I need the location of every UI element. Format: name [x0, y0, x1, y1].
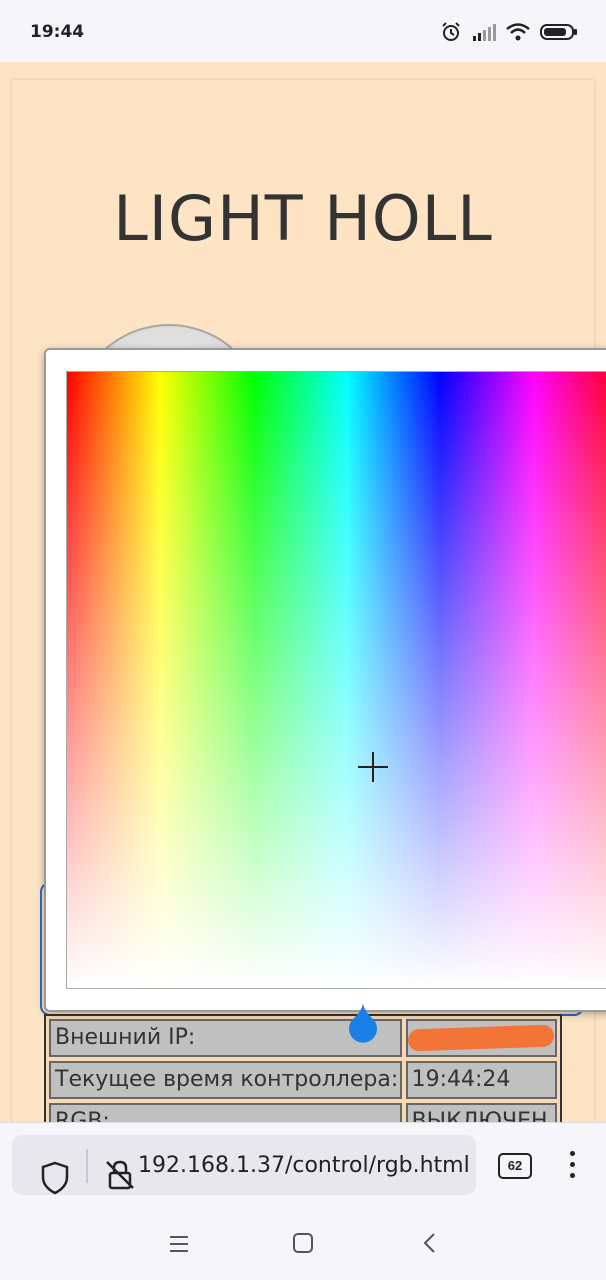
external-ip-value: 5 [405, 1019, 557, 1057]
redaction-mark [407, 1024, 554, 1052]
home-icon[interactable] [292, 1232, 314, 1254]
overflow-menu-icon[interactable] [570, 1151, 578, 1184]
status-bar: 19:44 [0, 0, 606, 62]
tab-count-button[interactable]: 62 [498, 1153, 532, 1179]
shield-icon[interactable] [40, 1161, 70, 1195]
divider [86, 1149, 88, 1183]
controller-time-label: Текущее время контроллера: [49, 1061, 402, 1099]
back-icon[interactable] [422, 1232, 438, 1254]
table-row: Текущее время контроллера: 19:44:24 [49, 1061, 557, 1099]
table-row: Внешний IP: 5 [49, 1019, 557, 1057]
insecure-lock-icon[interactable] [104, 1159, 136, 1191]
page-title: LIGHT HOLL [113, 182, 493, 255]
wifi-icon [506, 23, 530, 41]
status-time: 19:44 [30, 22, 85, 42]
controller-time-value: 19:44:24 [405, 1061, 557, 1099]
system-nav-bar [0, 1208, 606, 1280]
color-spectrum[interactable] [66, 371, 606, 989]
picker-handle-icon[interactable] [346, 1004, 380, 1044]
info-table: Внешний IP: 5 Текущее время контроллера:… [44, 1014, 562, 1122]
rgb-status-value: ВЫКЛЮЧЕН [405, 1103, 557, 1122]
battery-icon [540, 24, 577, 40]
browser-toolbar: 192.168.1.37/control/rgb.html 62 [0, 1122, 606, 1209]
address-bar[interactable]: 192.168.1.37/control/rgb.html [12, 1135, 476, 1195]
recents-icon[interactable] [168, 1234, 190, 1254]
table-row: RGB: ВЫКЛЮЧЕН [49, 1103, 557, 1122]
alarm-icon [442, 22, 460, 41]
color-picker-popup [44, 348, 606, 1012]
rgb-label: RGB: [49, 1103, 402, 1122]
crosshair-cursor-icon[interactable] [358, 752, 388, 782]
signal-icon [473, 24, 496, 41]
url-text[interactable]: 192.168.1.37/control/rgb.html [138, 1153, 470, 1178]
saturation-gradient [67, 372, 606, 988]
